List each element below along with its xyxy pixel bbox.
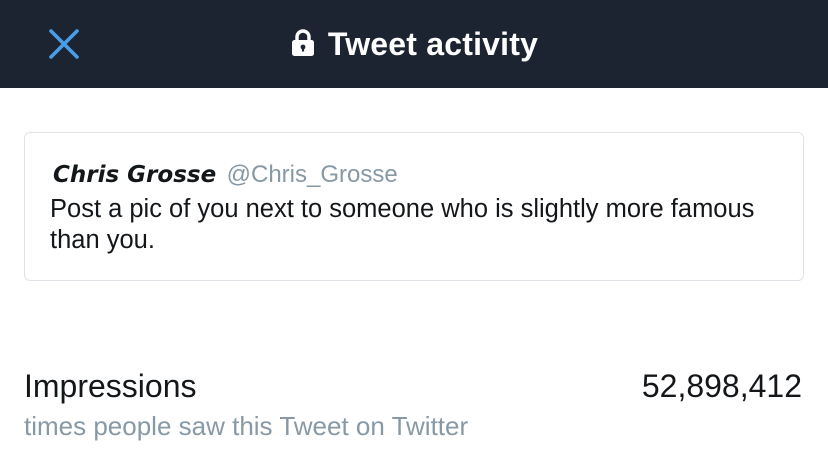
impressions-label: Impressions <box>24 368 197 404</box>
author-handle: @Chris_Grosse <box>226 161 398 188</box>
header-title-group: Tweet activity <box>0 0 828 88</box>
tweet-text: Post a pic of you next to someone who is… <box>50 195 755 254</box>
lock-icon <box>290 28 316 58</box>
tweet-activity-page: Tweet activity Chris Grosse @Chris_Gross… <box>0 0 828 462</box>
tweet-card[interactable]: Chris Grosse @Chris_Grosse Post a pic of… <box>24 132 804 281</box>
impressions-value: 52,898,412 <box>641 368 802 404</box>
author-name: Chris Grosse <box>53 162 217 188</box>
page-title: Tweet activity <box>327 25 539 62</box>
header-bar: Tweet activity <box>0 0 828 88</box>
impressions-description: times people saw this Tweet on Twitter <box>24 411 469 441</box>
tweet-author-line: Chris Grosse @Chris_Grosse <box>53 161 398 189</box>
